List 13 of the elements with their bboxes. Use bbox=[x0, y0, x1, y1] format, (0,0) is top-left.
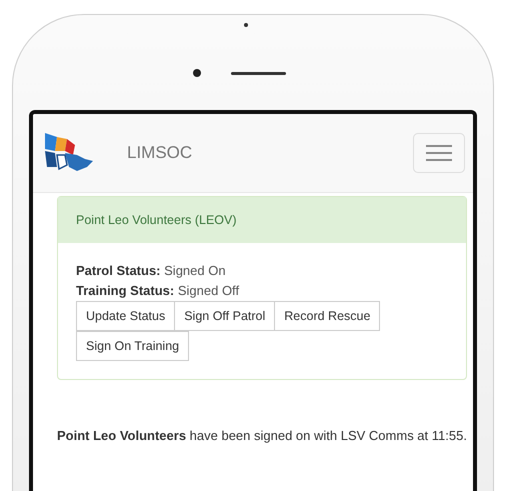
status-message: Point Leo Volunteers have been signed on with LSV Comms at 11:55. bbox=[57, 427, 467, 445]
action-button[interactable]: Sign On Training bbox=[76, 331, 190, 361]
status-line: Training Status: Signed Off bbox=[76, 282, 240, 300]
status-line: Patrol Status: Signed On bbox=[76, 262, 227, 280]
action-button[interactable]: Record Rescue bbox=[274, 301, 380, 331]
camera-icon bbox=[193, 69, 201, 77]
panel-heading: Point Leo Volunteers (LEOV) bbox=[58, 197, 466, 243]
sensor-icon bbox=[244, 23, 248, 27]
action-button[interactable]: Update Status bbox=[76, 301, 176, 331]
action-button[interactable]: Sign Off Patrol bbox=[174, 301, 276, 331]
speaker-icon bbox=[231, 72, 286, 75]
menu-button[interactable] bbox=[413, 133, 465, 173]
brand-name[interactable]: LIMSOC bbox=[127, 143, 413, 163]
